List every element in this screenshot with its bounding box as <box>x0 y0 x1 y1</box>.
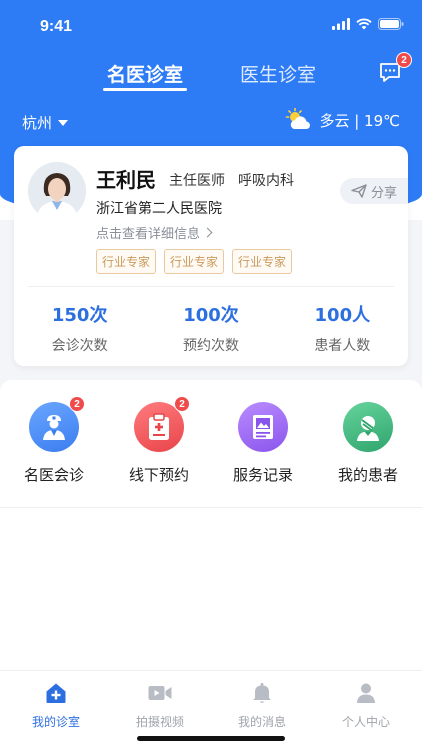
detail-link-label: 点击查看详细信息 <box>96 227 201 242</box>
stat-label: 会诊次数 <box>51 338 108 354</box>
nav-label: 我的消息 <box>237 715 286 729</box>
city-label: 杭州 <box>22 114 53 132</box>
doctor-card[interactable]: 王利民 主任医师 呼吸内科 分享 浙江省第二人民医院 点击查看详细信息 行业专家… <box>14 146 408 366</box>
user-icon <box>357 683 375 703</box>
function-label: 服务记录 <box>232 466 293 484</box>
nav-label: 我的诊室 <box>31 715 80 729</box>
partly-cloudy-icon <box>286 108 311 129</box>
doctor-department: 呼吸内科 <box>238 173 294 189</box>
status-icons <box>332 18 404 30</box>
doctor-icon <box>43 415 65 440</box>
share-label: 分享 <box>370 185 397 201</box>
nav-my-clinic[interactable]: 我的诊室 <box>16 681 96 730</box>
stat-appointments: 100次 预约次数 <box>145 301 276 355</box>
stat-value: 100人 <box>314 305 371 326</box>
func-icon-bg: 2 <box>134 396 190 452</box>
stat-label: 预约次数 <box>182 338 239 354</box>
doctor-hospital: 浙江省第二人民医院 <box>96 201 222 217</box>
tag: 行业专家 <box>232 249 293 274</box>
stat-value: 150次 <box>51 305 108 326</box>
caret-down-icon <box>58 119 69 126</box>
patient-icon <box>357 416 379 441</box>
signal-icon <box>332 18 350 30</box>
card-divider <box>28 286 394 287</box>
video-camera-icon <box>148 686 172 700</box>
function-label: 我的患者 <box>337 466 398 484</box>
clipboard-icon <box>149 413 169 440</box>
records-icon <box>253 415 273 439</box>
doctor-stats: 150次 会诊次数 100次 预约次数 100人 患者人数 <box>14 301 408 355</box>
function-label: 线下预约 <box>128 466 189 484</box>
status-time: 9:41 <box>40 18 73 35</box>
nav-label: 个人中心 <box>341 715 390 729</box>
nav-label: 拍摄视频 <box>135 715 184 729</box>
func-icon-bg: 2 <box>29 396 85 452</box>
function-badge: 2 <box>174 396 190 412</box>
tab-doctor-clinic[interactable]: 医生诊室 <box>240 60 316 87</box>
tag: 行业专家 <box>96 249 157 274</box>
function-panel: 2 名医会诊 2 线下预约 服务记录 我的患者 <box>0 380 422 508</box>
active-tab-indicator <box>103 88 187 91</box>
status-bar: 9:41 <box>0 0 422 54</box>
home-indicator <box>137 736 285 741</box>
share-button[interactable]: 分享 <box>340 178 408 204</box>
stat-patients: 100人 患者人数 <box>277 301 408 355</box>
tab-famous-clinic[interactable]: 名医诊室 <box>107 60 183 87</box>
weather-text: 多云 | 19℃ <box>319 111 400 130</box>
city-selector[interactable]: 杭州 <box>22 112 69 133</box>
chevron-right-icon <box>202 227 213 238</box>
stat-value: 100次 <box>183 305 239 326</box>
tag: 行业专家 <box>164 249 225 274</box>
function-offline-appointment[interactable]: 2 线下预约 <box>114 396 204 485</box>
doctor-title: 主任医师 <box>169 173 225 189</box>
nav-record-video[interactable]: 拍摄视频 <box>120 681 200 730</box>
doctor-tags: 行业专家 行业专家 行业专家 <box>96 249 293 274</box>
nav-my-messages[interactable]: 我的消息 <box>222 681 302 730</box>
messages-button[interactable]: 2 <box>378 52 412 86</box>
doctor-avatar <box>28 162 86 220</box>
wifi-icon <box>356 18 372 30</box>
home-plus-icon <box>46 683 66 703</box>
battery-icon <box>378 18 404 30</box>
stat-consultations: 150次 会诊次数 <box>14 301 145 355</box>
bell-icon <box>253 683 271 703</box>
function-label: 名医会诊 <box>23 466 84 484</box>
messages-badge: 2 <box>396 52 412 68</box>
func-icon-bg <box>238 402 288 452</box>
doctor-name: 王利民 <box>96 168 156 192</box>
function-famous-consultation[interactable]: 2 名医会诊 <box>9 396 99 485</box>
function-my-patients[interactable]: 我的患者 <box>323 402 413 485</box>
detail-link[interactable]: 点击查看详细信息 <box>96 223 213 242</box>
share-icon <box>351 184 367 198</box>
nav-profile[interactable]: 个人中心 <box>326 681 406 730</box>
weather-info: 多云 | 19℃ <box>285 108 400 132</box>
function-badge: 2 <box>69 396 85 412</box>
stat-label: 患者人数 <box>314 338 371 354</box>
top-tabs: 名医诊室 医生诊室 <box>0 60 422 96</box>
func-icon-bg <box>343 402 393 452</box>
function-service-records[interactable]: 服务记录 <box>218 402 308 485</box>
